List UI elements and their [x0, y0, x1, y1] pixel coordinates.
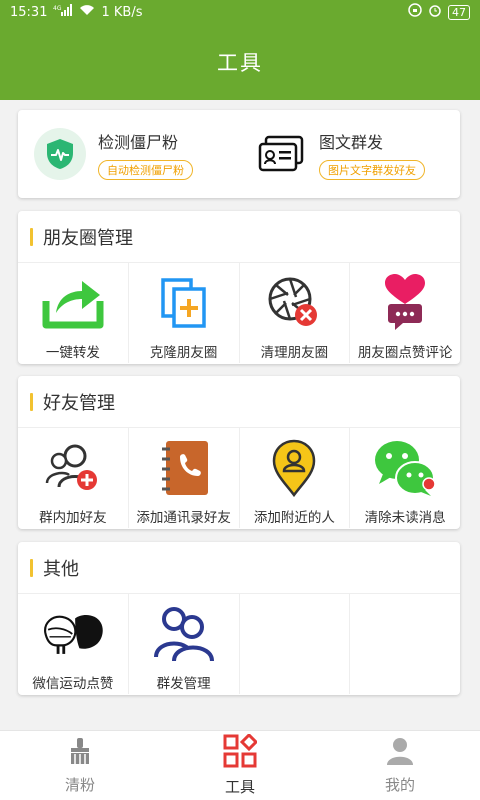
cell-label: 群发管理 — [156, 676, 211, 692]
status-time: 15:31 — [10, 4, 48, 20]
detect-zombie-fans-button[interactable]: 检测僵尸粉 自动检测僵尸粉 — [18, 110, 239, 198]
other-section: 其他 微信运动点赞 群发管理 — [18, 542, 460, 695]
signal-icon: 4G — [53, 4, 73, 20]
cell-label: 添加通讯录好友 — [136, 510, 231, 526]
section-accent-bar — [30, 392, 33, 411]
broadcast-management-button[interactable]: 群发管理 — [129, 594, 240, 694]
empty-cell — [240, 594, 351, 694]
tab-mine[interactable]: 我的 — [320, 731, 480, 800]
cell-label: 微信运动点赞 — [32, 676, 114, 692]
image-text-broadcast-button[interactable]: 图文群发 图片文字群发好友 — [239, 110, 460, 198]
group-add-friends-button[interactable]: 群内加好友 — [18, 428, 129, 528]
section-title: 其他 — [43, 558, 79, 580]
cell-label: 一键转发 — [45, 345, 100, 361]
id-card-icon — [255, 128, 307, 180]
wechat-icon — [373, 436, 437, 500]
heart-comment-icon — [373, 271, 437, 335]
cell-label: 添加附近的人 — [253, 510, 335, 526]
shield-heartbeat-icon — [34, 128, 86, 180]
sports-shoe-icon — [41, 602, 105, 666]
network-speed: 1 KB/s — [101, 4, 143, 20]
add-nearby-people-button[interactable]: 添加附近的人 — [240, 428, 351, 528]
add-contacts-friends-button[interactable]: 添加通讯录好友 — [129, 428, 240, 528]
tab-label: 清粉 — [64, 776, 95, 794]
feature-card: 检测僵尸粉 自动检测僵尸粉 图文群发 图片文字群发好友 — [18, 110, 460, 198]
friends-management-section: 好友管理 群内加好友 添加通讯录好友 添加附近的人 清除未读消息 — [18, 376, 460, 529]
section-accent-bar — [30, 558, 33, 577]
location-person-icon — [262, 436, 326, 500]
clean-moments-button[interactable]: 清理朋友圈 — [240, 263, 351, 363]
tab-tools[interactable]: 工具 — [160, 731, 320, 800]
feature-subtitle-badge: 图片文字群发好友 — [319, 159, 425, 180]
battery-icon: 47 — [448, 4, 470, 20]
cell-label: 朋友圈点赞评论 — [357, 345, 453, 361]
clone-moments-button[interactable]: 克隆朋友圈 — [129, 263, 240, 363]
alarm-icon — [428, 3, 442, 21]
grid-tools-icon — [223, 732, 259, 772]
moments-like-comment-button[interactable]: 朋友圈点赞评论 — [350, 263, 460, 363]
feature-subtitle-badge: 自动检测僵尸粉 — [98, 159, 193, 180]
phone-book-icon — [152, 436, 216, 500]
feature-title: 图文群发 — [319, 132, 384, 152]
cell-label: 群内加好友 — [39, 510, 107, 526]
user-profile-icon — [385, 736, 415, 770]
tab-clean-fans[interactable]: 清粉 — [0, 731, 160, 800]
empty-cell — [350, 594, 460, 694]
share-forward-icon — [41, 271, 105, 335]
group-add-user-icon — [41, 436, 105, 500]
section-accent-bar — [30, 227, 33, 246]
lock-rotation-icon — [408, 3, 422, 21]
cell-label: 清理朋友圈 — [260, 345, 329, 361]
clear-unread-messages-button[interactable]: 清除未读消息 — [350, 428, 460, 528]
copy-document-icon — [152, 271, 216, 335]
section-title: 好友管理 — [43, 392, 115, 414]
wifi-icon — [79, 4, 95, 20]
aperture-delete-icon — [262, 271, 326, 335]
bottom-tab-bar: 清粉 工具 我的 — [0, 730, 480, 800]
cell-label: 清除未读消息 — [364, 510, 446, 526]
moments-management-section: 朋友圈管理 一键转发 克隆朋友圈 清理朋友圈 朋友圈点赞评论 — [18, 211, 460, 364]
tab-label: 工具 — [224, 778, 255, 796]
feature-title: 检测僵尸粉 — [98, 132, 179, 152]
page-header: 工具 — [0, 24, 480, 100]
broom-icon — [65, 736, 95, 770]
section-title: 朋友圈管理 — [43, 227, 133, 249]
users-group-icon — [152, 602, 216, 666]
tab-label: 我的 — [384, 776, 415, 794]
one-click-forward-button[interactable]: 一键转发 — [18, 263, 129, 363]
svg-text:4G: 4G — [53, 5, 62, 12]
page-title: 工具 — [217, 51, 263, 75]
cell-label: 克隆朋友圈 — [149, 345, 218, 361]
wechat-sports-like-button[interactable]: 微信运动点赞 — [18, 594, 129, 694]
status-bar: 15:31 4G 1 KB/s 47 — [0, 0, 480, 24]
